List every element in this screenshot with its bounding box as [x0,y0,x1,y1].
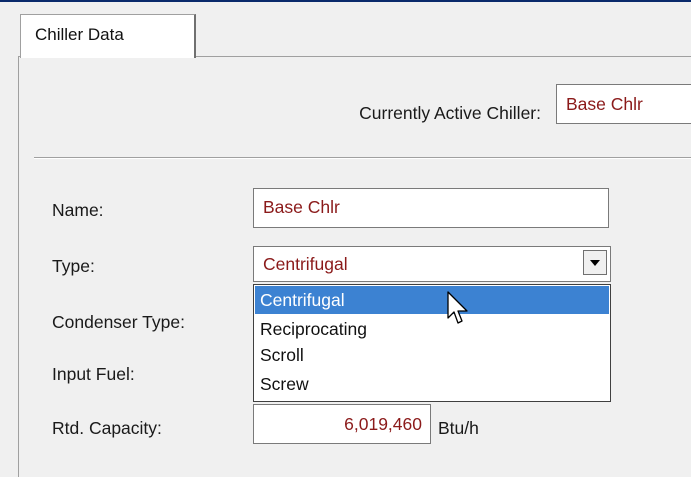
type-combobox[interactable]: Centrifugal [253,246,611,282]
active-chiller-label: Currently Active Chiller: [359,103,541,123]
input-fuel-label: Input Fuel: [52,364,135,384]
type-label: Type: [52,256,95,276]
rated-capacity-value: 6,019,460 [344,414,422,434]
dropdown-option-centrifugal[interactable]: Centrifugal [255,286,609,314]
mouse-pointer-icon [447,291,471,334]
name-input[interactable]: Base Chlr [253,188,609,228]
window-top-border [0,0,691,2]
condenser-type-label: Condenser Type: [52,312,185,332]
section-divider-highlight [34,158,691,159]
name-label: Name: [52,200,104,220]
rated-capacity-input[interactable]: 6,019,460 [253,404,431,444]
name-value: Base Chlr [263,197,340,217]
tab-chiller-data[interactable]: Chiller Data [20,14,196,58]
dropdown-option-reciprocating[interactable]: Reciprocating [255,315,609,343]
tab-chiller-data-label: Chiller Data [35,25,124,44]
dropdown-option-screw[interactable]: Screw [255,370,609,398]
active-chiller-field[interactable]: Base Chlr [556,84,691,124]
rated-capacity-label: Rtd. Capacity: [52,418,162,438]
chevron-down-icon [590,260,600,266]
chiller-data-window: Chiller Data Currently Active Chiller: B… [0,0,691,477]
type-dropdown-button[interactable] [583,250,607,275]
active-chiller-value: Base Chlr [566,94,643,114]
type-dropdown-list: Centrifugal Reciprocating Scroll Screw [253,284,611,402]
dropdown-option-scroll[interactable]: Scroll [255,343,609,368]
type-value: Centrifugal [263,254,348,274]
rated-capacity-unit: Btu/h [438,418,479,438]
